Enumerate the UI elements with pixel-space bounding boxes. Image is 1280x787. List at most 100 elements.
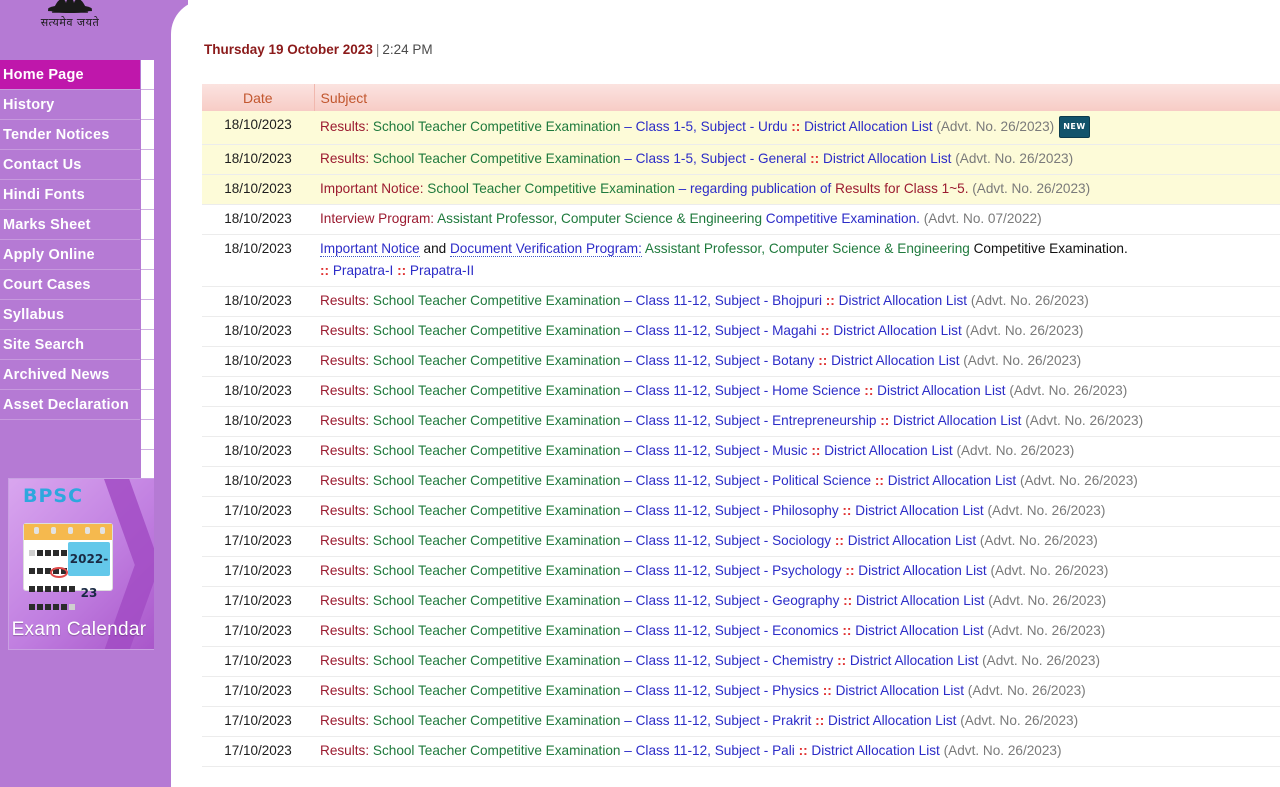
sidebar-item-asset-declaration[interactable]: Asset Declaration [0, 390, 140, 420]
class-subject-link[interactable]: Class 11-12, Subject - Sociology [636, 533, 831, 548]
exam-name-link[interactable]: School Teacher Competitive Examination [373, 323, 621, 338]
row-subject: Results: School Teacher Competitive Exam… [314, 616, 1280, 647]
district-allocation-list-link[interactable]: District Allocation List [804, 119, 932, 134]
exam-name-link[interactable]: School Teacher Competitive Examination [373, 383, 621, 398]
row-subject: Results: School Teacher Competitive Exam… [314, 286, 1280, 317]
sidebar-item-marks-sheet[interactable]: Marks Sheet [0, 210, 140, 240]
exam-name-link[interactable]: School Teacher Competitive Examination [373, 293, 621, 308]
exam-name-link[interactable]: School Teacher Competitive Examination [373, 743, 621, 758]
sidebar-item-tender-notices[interactable]: Tender Notices [0, 120, 140, 150]
competitive-examination-link[interactable]: Competitive Examination. [766, 211, 920, 226]
district-allocation-list-link[interactable]: District Allocation List [855, 623, 983, 638]
class-subject-link[interactable]: Class 11-12, Subject - Entrepreneurship [636, 413, 877, 428]
advertisement-number: (Advt. No. 26/2023) [963, 353, 1082, 368]
class-subject-link[interactable]: Class 11-12, Subject - Home Science [636, 383, 861, 398]
district-allocation-list-link[interactable]: District Allocation List [850, 653, 978, 668]
post-name-text: Assistant Professor, Computer Science & … [437, 211, 763, 226]
row-subject: Results: School Teacher Competitive Exam… [314, 111, 1280, 145]
document-verification-program-link[interactable]: Document Verification Program: [449, 241, 642, 257]
sidebar-item-archived-news[interactable]: Archived News [0, 360, 140, 390]
exam-name-link[interactable]: School Teacher Competitive Examination [373, 353, 621, 368]
class-subject-link[interactable]: Class 11-12, Subject - Prakrit [636, 713, 812, 728]
class-subject-link[interactable]: Class 11-12, Subject - Political Science [636, 473, 871, 488]
exam-name-link[interactable]: School Teacher Competitive Examination [373, 503, 621, 518]
row-date: 17/10/2023 [202, 496, 314, 527]
advertisement-number: (Advt. No. 26/2023) [990, 563, 1109, 578]
exam-name-link[interactable]: School Teacher Competitive Examination [373, 623, 621, 638]
sidebar-item-hindi-fonts[interactable]: Hindi Fonts [0, 180, 140, 210]
class-subject-link[interactable]: Class 11-12, Subject - Philosophy [636, 503, 839, 518]
district-allocation-list-link[interactable]: District Allocation List [855, 503, 983, 518]
exam-name-link[interactable]: School Teacher Competitive Examination [373, 653, 621, 668]
district-allocation-list-link[interactable]: District Allocation List [877, 383, 1005, 398]
district-allocation-list-link[interactable]: District Allocation List [848, 533, 976, 548]
exam-name-link[interactable]: School Teacher Competitive Examination [427, 181, 675, 196]
class-subject-link[interactable]: Class 1-5, Subject - General [636, 151, 807, 166]
district-allocation-list-link[interactable]: District Allocation List [824, 443, 952, 458]
prapatra-1-link[interactable]: Prapatra-I [333, 263, 393, 278]
notice-detail-link[interactable]: regarding publication of [690, 181, 831, 196]
district-allocation-list-link[interactable]: District Allocation List [856, 593, 984, 608]
sidebar-item-site-search[interactable]: Site Search [0, 330, 140, 360]
district-allocation-list-link[interactable]: District Allocation List [831, 353, 959, 368]
sidebar-item-home-page[interactable]: Home Page [0, 60, 140, 90]
sidebar-item-apply-online[interactable]: Apply Online [0, 240, 140, 270]
sidebar-slot [141, 90, 154, 120]
dash-separator: – [624, 653, 632, 668]
district-allocation-list-link[interactable]: District Allocation List [823, 151, 951, 166]
current-time: 2:24 PM [382, 42, 433, 57]
exam-name-link[interactable]: School Teacher Competitive Examination [373, 683, 621, 698]
exam-name-link[interactable]: School Teacher Competitive Examination [373, 713, 621, 728]
class-subject-link[interactable]: Class 11-12, Subject - Geography [636, 593, 840, 608]
table-row: 18/10/2023 Important Notice and Document … [202, 234, 1280, 287]
exam-name-link[interactable]: School Teacher Competitive Examination [373, 593, 621, 608]
class-subject-link[interactable]: Class 11-12, Subject - Botany [636, 353, 815, 368]
class-subject-link[interactable]: Class 11-12, Subject - Music [636, 443, 808, 458]
class-subject-link[interactable]: Class 11-12, Subject - Pali [636, 743, 795, 758]
table-row: 18/10/2023 Results: School Teacher Compet… [202, 286, 1280, 317]
row-subject: Results: School Teacher Competitive Exam… [314, 646, 1280, 677]
district-allocation-list-link[interactable]: District Allocation List [839, 293, 967, 308]
district-allocation-list-link[interactable]: District Allocation List [833, 323, 961, 338]
double-colon-separator: :: [811, 443, 821, 458]
exam-name-link[interactable]: School Teacher Competitive Examination [373, 413, 621, 428]
class-subject-link[interactable]: Class 11-12, Subject - Magahi [636, 323, 817, 338]
double-colon-separator: :: [798, 743, 808, 758]
exam-calendar-banner[interactable]: BPSC 2022-23 Exam Calendar [8, 478, 160, 650]
sidebar-item-contact-us[interactable]: Contact Us [0, 150, 140, 180]
exam-name-link[interactable]: School Teacher Competitive Examination [373, 119, 621, 134]
double-colon-separator: :: [843, 593, 853, 608]
district-allocation-list-link[interactable]: District Allocation List [893, 413, 1021, 428]
sidebar-slot [141, 240, 154, 270]
calendar-icon: 2022-23 [23, 523, 113, 610]
exam-name-link[interactable]: School Teacher Competitive Examination [373, 473, 621, 488]
dash-separator: – [624, 151, 632, 166]
exam-name-link[interactable]: School Teacher Competitive Examination [373, 563, 621, 578]
district-allocation-list-link[interactable]: District Allocation List [828, 713, 956, 728]
class-subject-link[interactable]: Class 11-12, Subject - Bhojpuri [636, 293, 822, 308]
table-row: 17/10/2023 Results: School Teacher Compet… [202, 616, 1280, 647]
district-allocation-list-link[interactable]: District Allocation List [888, 473, 1016, 488]
prapatra-2-link[interactable]: Prapatra-II [410, 263, 474, 278]
dash-separator: – [624, 533, 632, 548]
exam-name-link[interactable]: School Teacher Competitive Examination [373, 443, 621, 458]
district-allocation-list-link[interactable]: District Allocation List [858, 563, 986, 578]
double-colon-separator: :: [842, 623, 852, 638]
important-notice-link[interactable]: Important Notice [320, 241, 420, 257]
class-subject-link[interactable]: Class 1-5, Subject - Urdu [636, 119, 788, 134]
district-allocation-list-link[interactable]: District Allocation List [836, 683, 964, 698]
class-subject-link[interactable]: Class 11-12, Subject - Economics [636, 623, 839, 638]
exam-name-link[interactable]: School Teacher Competitive Examination [373, 533, 621, 548]
exam-name-link[interactable]: School Teacher Competitive Examination [373, 151, 621, 166]
sidebar-item-syllabus[interactable]: Syllabus [0, 300, 140, 330]
national-emblem: सत्यमेव जयते [0, 0, 140, 30]
row-date: 17/10/2023 [202, 676, 314, 707]
class-subject-link[interactable]: Class 11-12, Subject - Chemistry [636, 653, 834, 668]
sidebar-item-court-cases[interactable]: Court Cases [0, 270, 140, 300]
district-allocation-list-link[interactable]: District Allocation List [811, 743, 939, 758]
notice-result-text[interactable]: Results for Class 1~5. [835, 181, 968, 196]
sidebar-item-history[interactable]: History [0, 90, 140, 120]
class-subject-link[interactable]: Class 11-12, Subject - Physics [636, 683, 819, 698]
class-subject-link[interactable]: Class 11-12, Subject - Psychology [636, 563, 842, 578]
double-colon-separator: :: [874, 473, 884, 488]
